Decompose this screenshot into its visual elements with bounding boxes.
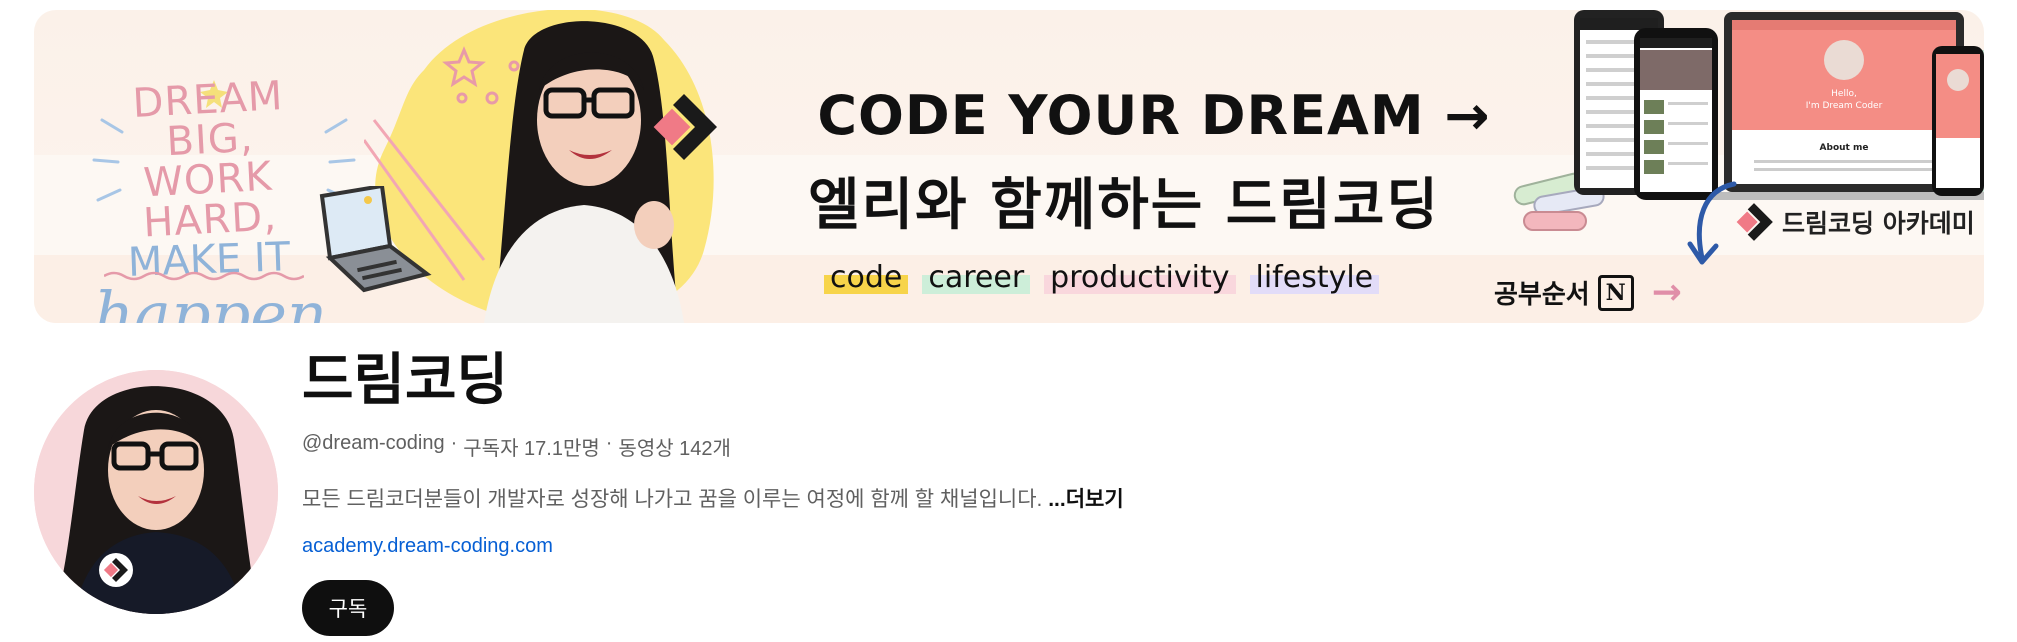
motivation-text: DREAM BIG, WORK HARD, MAKE IT happen. bbox=[94, 73, 347, 324]
channel-meta: @dream-coding · 구독자 17.1만명 · 동영상 142개 bbox=[302, 432, 1124, 461]
channel-avatar[interactable] bbox=[34, 370, 278, 614]
tag-lifestyle: lifestyle bbox=[1249, 262, 1380, 294]
motivation-line-2: WORK HARD, bbox=[142, 153, 279, 247]
arrow-right-icon: → bbox=[1651, 272, 1682, 313]
laptop-illustration bbox=[319, 186, 432, 293]
tag-productivity: productivity bbox=[1044, 262, 1236, 294]
motivation-line-1: DREAM BIG, bbox=[131, 73, 285, 166]
motivation-line-4: happen. bbox=[94, 278, 347, 324]
device-hello-text: Hello, bbox=[1831, 89, 1857, 99]
tag-code: code bbox=[824, 262, 909, 294]
device-about-text: About me bbox=[1820, 143, 1869, 153]
academy-label: 드림코딩 아카데미 bbox=[1734, 202, 1975, 242]
wave-decoration bbox=[104, 271, 304, 281]
tag-career: career bbox=[922, 262, 1031, 294]
channel-link[interactable]: academy.dream-coding.com bbox=[302, 535, 553, 558]
banner-tags: code career productivity lifestyle bbox=[824, 262, 1380, 294]
channel-name: 드림코딩 bbox=[302, 348, 509, 413]
host-photo bbox=[484, 21, 684, 323]
notion-icon: N bbox=[1597, 274, 1634, 311]
study-order-label: 공부순서 bbox=[1494, 280, 1590, 310]
banner-headline: CODE YOUR DREAM → bbox=[817, 84, 1491, 147]
meta-separator: · bbox=[450, 432, 458, 454]
channel-info: 드림코딩 @dream-coding · 구독자 17.1만명 · 동영상 14… bbox=[302, 344, 1124, 636]
banner-subheadline: 엘리와 함께하는 드림코딩 bbox=[808, 173, 1440, 238]
dream-coding-logo-icon bbox=[653, 94, 717, 160]
avatar-photo bbox=[34, 370, 278, 614]
device-coder-text: I'm Dream Coder bbox=[1806, 101, 1883, 111]
more-button[interactable]: ...더보기 bbox=[1048, 488, 1123, 511]
channel-banner: DREAM BIG, WORK HARD, MAKE IT happen. CO… bbox=[34, 10, 1984, 323]
study-order-link[interactable]: 공부순서 N → bbox=[1494, 272, 1682, 313]
channel-handle: @dream-coding bbox=[302, 432, 445, 454]
video-count: 동영상 142개 bbox=[618, 438, 731, 460]
subscribe-button[interactable]: 구독 bbox=[302, 580, 394, 636]
description-text: 모든 드림코더분들이 개발자로 성장해 나가고 꿈을 이루는 여정에 함께 할 … bbox=[302, 488, 1049, 511]
dream-coding-small-logo-icon bbox=[1736, 203, 1773, 241]
meta-separator: · bbox=[605, 432, 613, 454]
channel-description[interactable]: 모든 드림코더분들이 개발자로 성장해 나가고 꿈을 이루는 여정에 함께 할 … bbox=[302, 483, 1124, 513]
subscriber-count: 구독자 17.1만명 bbox=[463, 438, 600, 460]
academy-label-text: 드림코딩 아카데미 bbox=[1782, 209, 1975, 238]
